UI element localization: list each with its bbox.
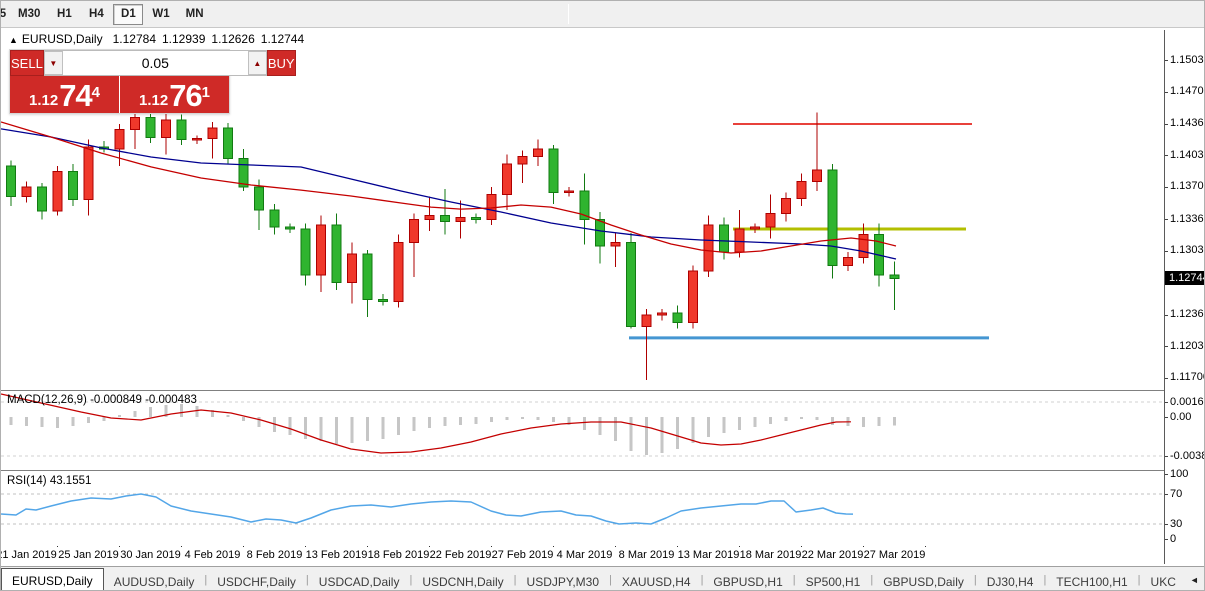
buy-button[interactable]: BUY [266,50,296,76]
axis-tick-mark [1165,402,1168,403]
date-tick-label: 25 Jan 2019 [58,549,119,561]
date-tick-label: 22 Mar 2019 [801,549,864,561]
date-tick-label: 4 Mar 2019 [556,549,613,561]
chart-tab-bar: EURUSD,Daily AUDUSD,Daily | USDCHF,Daily | US… [1,566,1204,590]
price-tick-label: 1.14360 [1170,117,1204,129]
date-tick-label: 30 Jan 2019 [120,549,181,561]
date-axis-line [1,545,1204,546]
chart-tab-gbpusd-h1[interactable]: GBPUSD,H1 [703,571,792,590]
price-tick-label: 1.13700 [1170,180,1204,192]
chart-tab-dj30-h4[interactable]: DJ30,H4 [977,571,1044,590]
ohlc-close: 1.12744 [260,32,305,46]
one-click-trade-panel: SELL ▼ ▲ BUY 1.12 74 4 1.12 76 1 [9,49,296,114]
trading-platform-window: 5 M30 H1 H4 D1 W1 MN ▲ EURUSD,Daily 1.12784 1.129… [0,0,1205,591]
sell-price-pipette: 4 [91,84,101,101]
macd-tick-label: 0.00 [1170,410,1192,423]
date-tick-label: 21 Jan 2019 [0,549,57,561]
rsi-pane-splitter[interactable] [1,470,1204,472]
axis-tick-mark [1165,60,1168,61]
price-tick-label: 1.13360 [1170,212,1204,225]
price-tick-label: 1.12030 [1170,339,1204,352]
axis-tick-mark [1165,155,1168,156]
price-tick-label: 1.14030 [1170,148,1204,161]
date-tick-label: 18 Feb 2019 [367,549,430,561]
rsi-tick-label: 30 [1170,517,1183,530]
tab-scroll-left-icon[interactable]: ◄ [1186,575,1203,585]
price-tick-label: 1.13030 [1170,244,1204,256]
price-tick-label: 1.14700 [1170,85,1204,97]
sell-price-main: 74 [59,78,92,113]
chart-tab-usdchf-daily[interactable]: USDCHF,Daily [207,571,306,590]
rsi-tick-label: 100 [1170,467,1189,480]
axis-tick-mark [1165,250,1168,252]
date-tick-label: 27 Mar 2019 [863,549,926,561]
ohlc-low: 1.12626 [211,32,255,46]
chart-tab-eurusd-daily[interactable]: EURUSD,Daily [1,568,104,590]
chart-tab-ukc[interactable]: UKC [1141,571,1186,590]
date-tick-label: 18 Mar 2019 [739,549,802,561]
price-tick-label: 1.12360 [1170,308,1204,320]
sell-price-button[interactable]: 1.12 74 4 [10,76,119,113]
chart-tab-audusd-daily[interactable]: AUDUSD,Daily [104,571,205,590]
rsi-tick-label: 0 [1170,532,1177,545]
axis-tick-mark [1165,91,1168,93]
date-tick-label: 8 Feb 2019 [246,549,303,561]
macd-tick-label: 0.001686 [1170,395,1204,408]
volume-input[interactable] [62,51,248,75]
ohlc-open: 1.12784 [112,32,156,46]
current-price-badge: 1.12744 [1165,271,1204,285]
chart-tab-usdcad-daily[interactable]: USDCAD,Daily [309,571,410,590]
date-tick-label: 8 Mar 2019 [618,549,675,561]
price-axis[interactable]: 1.12744 1.15030 1.14700 1.14360 1.14030 1.13… [1164,30,1204,564]
chart-tab-usdcnh-daily[interactable]: USDCNH,Daily [412,571,513,590]
volume-increase-icon[interactable]: ▲ [247,51,267,75]
chart-tab-xauusd-h4[interactable]: XAUUSD,H4 [612,571,701,590]
volume-decrease-icon[interactable]: ▼ [43,51,63,75]
buy-price-main: 76 [169,78,202,113]
date-tick-label: 13 Mar 2019 [677,549,740,561]
axis-tick-mark [1165,474,1168,475]
axis-tick-mark [1165,186,1168,188]
date-tick-label: 27 Feb 2019 [491,549,554,561]
ohlc-high: 1.12939 [162,32,206,46]
axis-tick-mark [1165,494,1168,495]
tab-scroll-controls: ◄ ► [1185,567,1204,590]
collapse-panel-icon[interactable]: ▲ [9,35,18,45]
macd-pane-splitter[interactable] [1,390,1204,392]
macd-indicator-label: MACD(12,26,9) -0.000849 -0.000483 [7,394,197,406]
axis-tick-mark [1165,417,1168,418]
buy-price-prefix: 1.12 [138,92,169,109]
axis-tick-mark [1165,219,1168,220]
axis-tick-mark [1165,539,1168,540]
axis-tick-mark [1165,377,1168,379]
chart-tab-gbpusd-daily[interactable]: GBPUSD,Daily [873,571,974,590]
axis-tick-mark [1165,346,1168,347]
date-tick-label: 4 Feb 2019 [184,549,241,561]
symbol-period-label: EURUSD,Daily [21,32,103,46]
chart-tab-sp500-h1[interactable]: SP500,H1 [796,571,871,590]
time-axis[interactable]: 21 Jan 2019 25 Jan 2019 30 Jan 2019 4 Feb 2… [1,547,1164,564]
buy-price-pipette: 1 [201,84,211,101]
rsi-tick-label: 70 [1170,487,1183,500]
price-tick-label: 1.15030 [1170,53,1204,66]
price-tick-label: 1.11700 [1170,371,1204,383]
chart-tab-usdjpy-m30[interactable]: USDJPY,M30 [517,571,609,590]
rsi-indicator-label: RSI(14) 43.1551 [7,475,92,487]
chart-title: ▲ EURUSD,Daily 1.12784 1.12939 1.12626 1.1274… [9,32,310,46]
sell-button[interactable]: SELL [10,50,44,76]
axis-tick-mark [1165,524,1168,525]
chart-tab-tech100-h1[interactable]: TECH100,H1 [1046,571,1137,590]
date-tick-label: 13 Feb 2019 [305,549,368,561]
axis-tick-mark [1165,314,1168,316]
sell-price-prefix: 1.12 [28,92,59,109]
date-tick-label: 22 Feb 2019 [429,549,492,561]
volume-stepper: ▼ ▲ [43,50,267,76]
macd-tick-label: -0.00388 [1170,449,1204,462]
axis-tick-mark [1165,123,1168,125]
buy-price-button[interactable]: 1.12 76 1 [120,76,229,113]
axis-tick-mark [1165,456,1168,457]
